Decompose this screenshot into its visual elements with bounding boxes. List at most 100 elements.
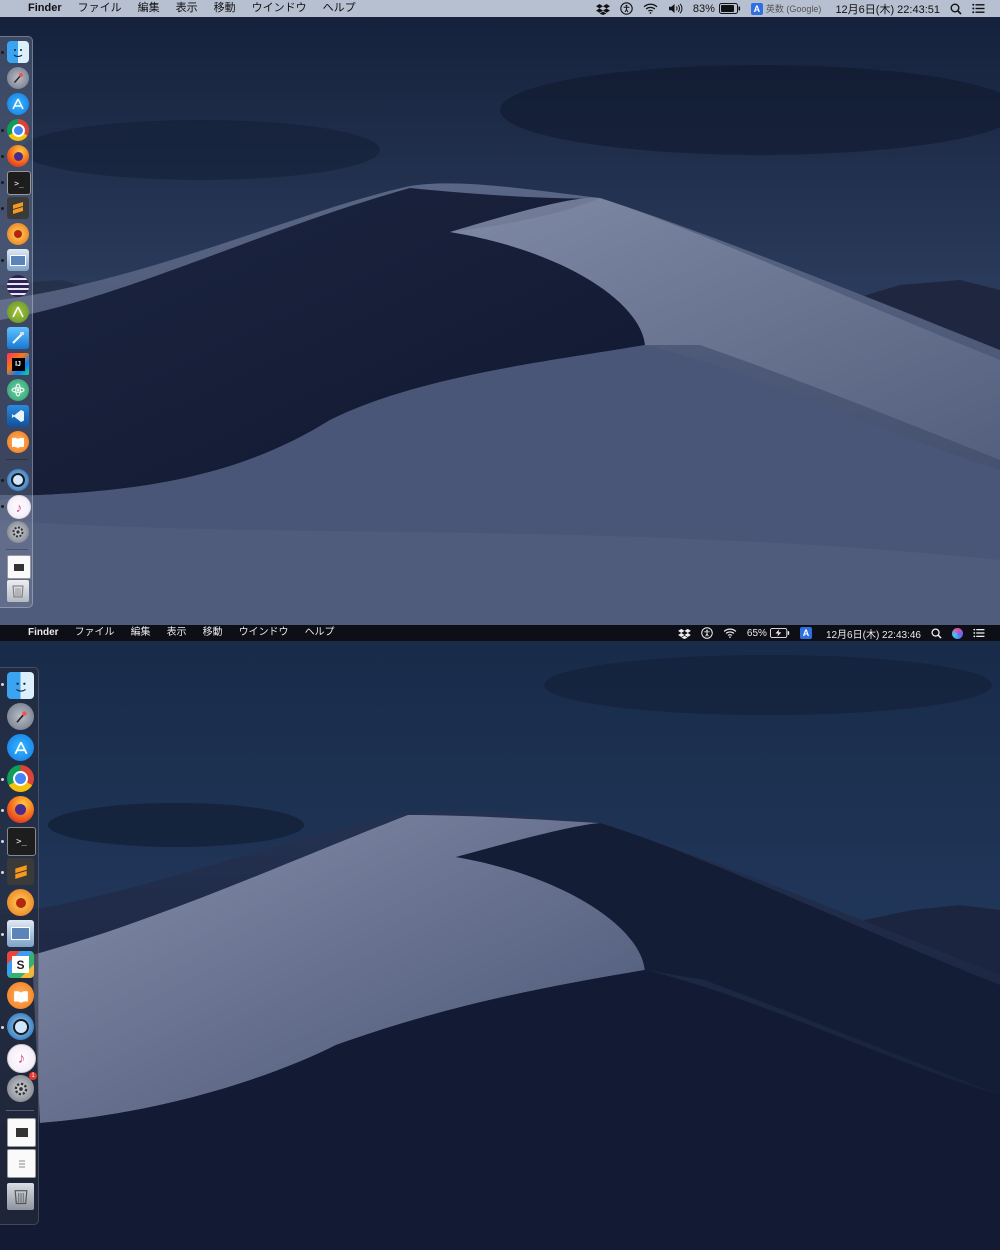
menu-edit[interactable]: 編集 (130, 3, 168, 14)
running-indicator (1, 259, 4, 262)
menu-file[interactable]: ファイル (70, 3, 130, 14)
desktop-wallpaper (0, 0, 1000, 625)
app-store-icon[interactable] (7, 93, 29, 115)
eclipse-icon[interactable] (7, 275, 29, 297)
menu-file[interactable]: ファイル (67, 628, 123, 638)
itunes-icon[interactable]: ♪ (7, 495, 31, 519)
menu-window[interactable]: ウインドウ (244, 3, 315, 14)
dropbox-icon[interactable] (673, 628, 696, 639)
notification-center-icon[interactable] (967, 3, 990, 14)
dock-separator (6, 459, 28, 460)
android-studio-icon[interactable] (7, 301, 29, 323)
running-indicator (1, 933, 4, 936)
firefox-icon[interactable] (7, 145, 29, 167)
text-file-icon[interactable] (7, 555, 31, 579)
battery-percentage: 83% (692, 2, 715, 15)
dock-separator (6, 1110, 34, 1111)
menu-bar: Finder ファイル 編集 表示 移動 ウインドウ ヘルプ 83% A 英数 … (0, 0, 1000, 17)
preview-icon[interactable] (7, 920, 34, 947)
xcode-icon[interactable] (7, 327, 29, 349)
launchpad-icon[interactable] (7, 703, 34, 730)
dock: >_ S ♪ 1 (0, 667, 39, 1225)
menu-window[interactable]: ウインドウ (231, 628, 297, 638)
ibooks-icon[interactable] (7, 982, 34, 1009)
menu-go[interactable]: 移動 (206, 3, 244, 14)
menu-edit[interactable]: 編集 (123, 628, 159, 638)
menu-app-finder[interactable]: Finder (20, 628, 67, 638)
spotlight-search-icon[interactable] (926, 627, 947, 639)
volume-icon[interactable] (663, 3, 688, 14)
slack-icon[interactable]: S (7, 951, 34, 978)
chrome-icon[interactable] (7, 119, 29, 141)
finder-icon[interactable] (7, 41, 29, 63)
input-source[interactable]: A (795, 627, 817, 639)
update-badge: 1 (29, 1072, 37, 1080)
screenshot-dark-menubar: Finder ファイル 編集 表示 移動 ウインドウ ヘルプ 65% A 12月… (0, 625, 1000, 1250)
sublime-text-icon[interactable] (7, 197, 29, 219)
running-indicator (1, 778, 4, 781)
vscode-icon[interactable] (7, 405, 29, 427)
xee-icon[interactable] (7, 223, 29, 245)
input-source-icon: A (750, 2, 763, 15)
atom-icon[interactable] (7, 379, 29, 401)
quicktime-icon[interactable] (7, 1013, 34, 1040)
menu-go[interactable]: 移動 (195, 628, 231, 638)
menu-view[interactable]: 表示 (168, 3, 206, 14)
battery-status[interactable]: 65% (742, 628, 795, 639)
menu-clock[interactable]: 12月6日(木) 22:43:51 (826, 1, 945, 17)
document-icon[interactable] (7, 1149, 36, 1178)
input-source[interactable]: A 英数 (Google) (746, 2, 827, 15)
running-indicator (1, 871, 4, 874)
siri-icon[interactable] (947, 627, 968, 639)
menu-help[interactable]: ヘルプ (297, 628, 343, 638)
screenshot-light-menubar: Finder ファイル 編集 表示 移動 ウインドウ ヘルプ 83% A 英数 … (0, 0, 1000, 625)
running-indicator (1, 207, 4, 210)
running-indicator (1, 155, 4, 158)
running-indicator (1, 505, 4, 508)
trash-icon[interactable] (7, 580, 29, 602)
running-indicator (1, 51, 4, 54)
running-indicator (1, 683, 4, 686)
menu-bar: Finder ファイル 編集 表示 移動 ウインドウ ヘルプ 65% A 12月… (0, 625, 1000, 641)
dropbox-icon[interactable] (591, 3, 615, 15)
notification-center-icon[interactable] (968, 628, 990, 638)
menu-app-finder[interactable]: Finder (20, 3, 70, 14)
running-indicator (1, 809, 4, 812)
battery-status[interactable]: 83% (688, 3, 746, 15)
menu-help[interactable]: ヘルプ (315, 3, 364, 14)
itunes-icon[interactable]: ♪ (7, 1044, 36, 1073)
intellij-idea-icon[interactable]: IJ (7, 353, 29, 375)
desktop-wallpaper (0, 625, 1000, 1250)
launchpad-icon[interactable] (7, 67, 29, 89)
sublime-text-icon[interactable] (7, 858, 34, 885)
firefox-icon[interactable] (7, 796, 34, 823)
chrome-icon[interactable] (7, 765, 34, 792)
terminal-icon[interactable]: >_ (7, 171, 31, 195)
running-indicator (1, 479, 4, 482)
text-file-icon[interactable] (7, 1118, 36, 1147)
terminal-icon[interactable]: >_ (7, 827, 36, 856)
wifi-icon[interactable] (718, 628, 742, 638)
xee-icon[interactable] (7, 889, 34, 916)
running-indicator (1, 181, 4, 184)
menu-view[interactable]: 表示 (159, 628, 195, 638)
accessibility-icon[interactable] (615, 2, 638, 15)
spotlight-search-icon[interactable] (945, 3, 967, 15)
dock: >_ IJ ♪ (0, 36, 33, 608)
dock-separator (6, 549, 28, 550)
menu-clock[interactable]: 12月6日(木) 22:43:46 (817, 626, 926, 641)
app-store-icon[interactable] (7, 734, 34, 761)
battery-charging-icon (769, 628, 790, 638)
trash-icon[interactable] (7, 1183, 34, 1210)
input-source-label: 英数 (Google) (765, 4, 822, 14)
accessibility-icon[interactable] (696, 627, 718, 639)
battery-icon (718, 3, 741, 14)
running-indicator (1, 840, 4, 843)
battery-percentage: 65% (746, 627, 767, 639)
system-preferences-icon[interactable] (7, 521, 29, 543)
wifi-icon[interactable] (638, 3, 663, 14)
finder-icon[interactable] (7, 672, 34, 699)
quicktime-icon[interactable] (7, 469, 29, 491)
preview-icon[interactable] (7, 249, 29, 271)
ibooks-icon[interactable] (7, 431, 29, 453)
